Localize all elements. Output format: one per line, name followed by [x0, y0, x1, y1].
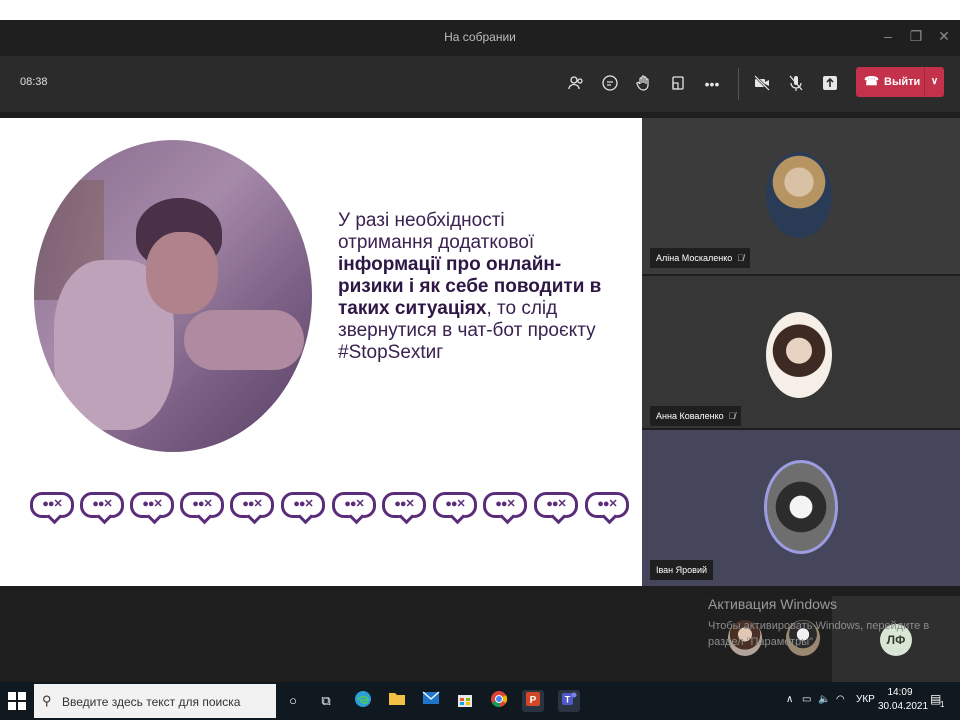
chat-bubble-icon: ●●✕ [230, 492, 274, 518]
battery-icon[interactable]: ▭ [802, 694, 811, 705]
edge-icon[interactable] [352, 690, 374, 712]
clock-time: 14:09 [887, 687, 913, 698]
language-indicator[interactable]: УКР [856, 694, 875, 705]
activation-watermark-text: Чтобы активировать Windows, перейдите в … [708, 620, 930, 648]
slide-photo [34, 140, 312, 452]
chevron-down-icon[interactable]: ∨ [924, 67, 944, 97]
taskbar-clock[interactable]: 14:09 30.04.2021 [878, 686, 929, 714]
participant-name-tag: Іван Яровий [650, 560, 714, 580]
rooms-icon[interactable] [668, 74, 688, 94]
participant-tile[interactable]: Анна Коваленко 🎙̸ [642, 276, 960, 428]
restore-button[interactable]: ❐ [906, 28, 926, 45]
slide-line-bold: інформації про онлайн- [338, 254, 562, 275]
network-icon[interactable]: ◠ [836, 694, 845, 705]
chat-icon[interactable] [600, 74, 620, 94]
leave-button[interactable]: ☎ Выйти ∨ [856, 67, 944, 97]
store-icon[interactable] [454, 690, 476, 712]
windows-start-icon[interactable] [8, 692, 26, 710]
taskbar: ⚲ Введите здесь текст для поиска ○ ⧉ P T… [0, 682, 960, 720]
phone-icon: ☎ [864, 74, 879, 88]
chat-bubble-icon: ●●✕ [180, 492, 224, 518]
participant-name: Аліна Москаленко [656, 253, 733, 263]
mic-off-icon: 🎙̸ [728, 411, 736, 421]
chat-bubble-icon: ●●✕ [30, 492, 74, 518]
window-title: На собрании [444, 30, 516, 44]
slide-line: , то слід [486, 298, 558, 319]
meeting-toolbar: 08:38 ••• ☎ Выйти ∨ [0, 56, 960, 112]
slide-line: отримання додаткової [338, 232, 535, 253]
people-icon[interactable] [566, 74, 586, 94]
svg-text:T: T [565, 695, 571, 705]
slide-line-bold: ризики і як себе поводити в [338, 276, 602, 297]
participant-name-tag: Анна Коваленко 🎙̸ [650, 406, 742, 426]
participant-tile-speaking[interactable]: Іван Яровий [642, 430, 960, 586]
clock-date: 30.04.2021 [878, 701, 929, 712]
search-placeholder: Введите здесь текст для поиска [62, 695, 241, 709]
participant-name: Іван Яровий [656, 565, 708, 575]
slide-line: У разі необхідності [338, 210, 505, 231]
shared-slide: У разі необхідності отримання додаткової… [0, 118, 642, 586]
svg-text:P: P [530, 695, 537, 706]
raise-hand-icon[interactable] [634, 74, 654, 94]
participant-name: Анна Коваленко [656, 411, 724, 421]
notification-count: 1 [940, 700, 945, 709]
chat-bubble-icon: ●●✕ [332, 492, 376, 518]
chat-bubble-icon: ●●✕ [534, 492, 578, 518]
meeting-timer: 08:38 [20, 76, 48, 88]
slide-line: звернутися в чат-бот проєкту [338, 320, 596, 341]
avatar [766, 152, 832, 238]
chevron-up-icon[interactable]: ∧ [786, 694, 793, 705]
minimize-button[interactable]: – [878, 28, 898, 44]
task-view-icon[interactable]: ⧉ [315, 690, 337, 712]
powerpoint-icon[interactable]: P [522, 690, 544, 712]
participant-tile[interactable]: Аліна Москаленко 🎙̸ [642, 118, 960, 274]
notification-icon[interactable]: ▤ 1 [930, 692, 946, 709]
share-icon[interactable] [820, 74, 840, 94]
chat-bubble-icon: ●●✕ [382, 492, 426, 518]
title-bar: На собрании – ❐ ✕ [0, 20, 960, 56]
camera-off-icon[interactable] [752, 74, 772, 94]
teams-icon[interactable]: T [558, 690, 580, 712]
file-explorer-icon[interactable] [386, 690, 408, 712]
chat-bubble-icon: ●●✕ [130, 492, 174, 518]
leave-label: Выйти [884, 76, 921, 88]
chat-bubble-icon: ●●✕ [585, 492, 629, 518]
volume-icon[interactable]: 🔈 [818, 694, 830, 705]
slide-line-bold: таких ситуаціях [338, 298, 487, 319]
taskbar-search-box[interactable]: ⚲ Введите здесь текст для поиска [34, 684, 276, 718]
avatar [764, 460, 838, 554]
chat-bubble-icon: ●●✕ [483, 492, 527, 518]
more-icon[interactable]: ••• [702, 74, 722, 94]
chat-bubble-icon: ●●✕ [433, 492, 477, 518]
close-button[interactable]: ✕ [934, 28, 954, 45]
toolbar-divider [738, 68, 739, 100]
cortana-icon[interactable]: ○ [282, 690, 304, 712]
chat-bubble-icon: ●●✕ [80, 492, 124, 518]
search-icon: ⚲ [42, 693, 52, 708]
chrome-icon[interactable] [488, 690, 510, 712]
mic-off-icon: 🎙̸ [737, 253, 744, 263]
mail-icon[interactable] [420, 690, 442, 712]
slide-text: У разі необхідності отримання додаткової… [338, 210, 638, 364]
mic-off-icon[interactable] [786, 74, 806, 94]
avatar [766, 312, 832, 398]
top-margin [0, 0, 960, 20]
slide-hashtag: #StopSextиг [338, 342, 444, 363]
chat-bubble-row: ●●✕ ●●✕ ●●✕ ●●✕ ●●✕ ●●✕ ●●✕ ●●✕ ●●✕ ●●✕ … [30, 492, 634, 522]
participant-name-tag: Аліна Москаленко 🎙̸ [650, 248, 750, 268]
activation-watermark-title: Активация Windows [708, 596, 838, 612]
chat-bubble-icon: ●●✕ [281, 492, 325, 518]
